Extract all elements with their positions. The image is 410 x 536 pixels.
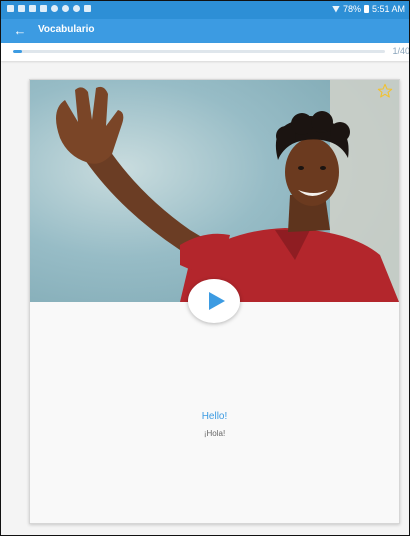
system-status: 78% 5:51 AM (331, 4, 405, 14)
notification-icons (7, 5, 91, 12)
progress-bar-fill (13, 50, 23, 53)
vocabulary-card: Hello! ¡Hola! (29, 79, 400, 524)
app-notification-icon (62, 5, 69, 12)
vocabulary-translation: ¡Hola! (203, 429, 226, 438)
battery-icon (363, 5, 369, 13)
image-icon (29, 5, 36, 12)
progress-bar (13, 50, 385, 53)
message-icon (40, 5, 47, 12)
mail-icon (18, 5, 25, 12)
play-icon (208, 292, 225, 310)
app-notification-icon (73, 5, 80, 12)
battery-percent: 78% (342, 4, 361, 14)
back-arrow-icon[interactable]: ← (11, 22, 29, 40)
man-waving-illustration (30, 80, 399, 302)
clock: 5:51 AM (371, 4, 405, 14)
page-title: Vocabulario (38, 24, 95, 35)
app-notification-icon (51, 5, 58, 12)
favorite-star-icon[interactable] (377, 83, 393, 99)
wifi-icon (331, 5, 340, 13)
download-icon (84, 5, 91, 12)
progress-counter: 1/40 (392, 46, 410, 56)
lesson-progress: 1/40 (1, 43, 409, 61)
vocabulary-image (30, 80, 399, 302)
play-audio-button[interactable] (188, 279, 240, 323)
vocabulary-word: Hello! (201, 411, 228, 422)
app-bar: ← Vocabulario (1, 19, 409, 43)
app-screen: 78% 5:51 AM ← Vocabulario 1/40 Hello! ¡H… (0, 0, 410, 536)
status-bar: 78% 5:51 AM (1, 1, 409, 19)
mail-icon (7, 5, 14, 12)
